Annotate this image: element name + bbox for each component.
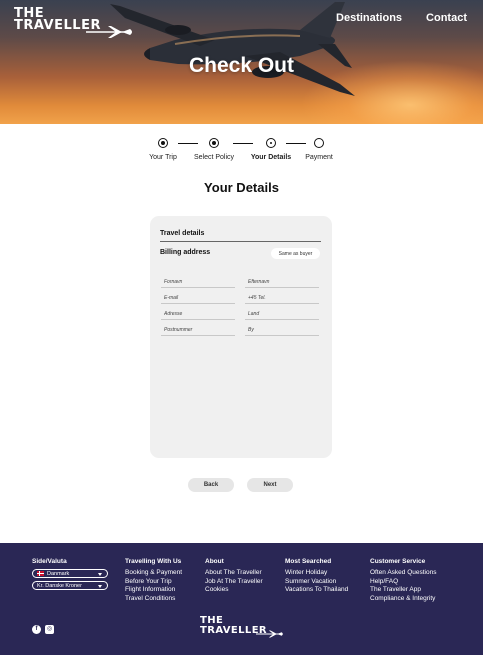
footer-link[interactable]: The Traveller App [370,586,436,595]
step-current-icon [266,138,276,148]
phone-field[interactable] [245,294,319,304]
top-nav: Destinations Contact [336,12,467,24]
footer-heading: Side/Valuta [32,558,67,565]
footer-link[interactable]: Help/FAQ [370,578,436,587]
back-button[interactable]: Back [188,478,234,492]
nav-destinations[interactable]: Destinations [336,12,402,24]
plane-logo-icon [86,26,132,38]
footer-customer-service: Customer Service Often Asked Questions H… [370,558,436,603]
step-done-icon [209,138,219,148]
footer-heading: Customer Service [370,558,426,565]
first-name-field[interactable] [161,278,235,288]
step-done-icon [158,138,168,148]
currency-select[interactable]: Kr. Danske Kroner [32,581,108,590]
checkout-stepper: Your Trip Select Policy Your Details Pay… [0,138,483,168]
step-select-policy[interactable]: Select Policy [184,138,244,161]
footer-link[interactable]: Before Your Trip [125,578,182,587]
footer-link[interactable]: Booking & Payment [125,569,182,578]
nav-contact[interactable]: Contact [426,12,467,24]
social-links: f ◎ [32,625,54,634]
page-title: Check Out [188,54,295,77]
city-field[interactable] [245,326,319,336]
facebook-icon[interactable]: f [32,625,41,634]
details-form-card: Travel details Billing address Same as b… [150,216,332,458]
footer-link[interactable]: Often Asked Questions [370,569,436,578]
footer-link[interactable]: About The Traveller [205,569,263,578]
footer-link[interactable]: Travel Conditions [125,595,182,604]
next-button[interactable]: Next [247,478,293,492]
step-payment[interactable]: Payment [289,138,349,161]
plane-logo-icon [256,630,283,638]
chevron-down-icon [98,584,102,588]
footer-heading: About [205,558,224,565]
footer-travelling: Travelling With Us Booking & Payment Bef… [125,558,182,603]
postal-code-field[interactable] [161,326,235,336]
footer-link[interactable]: Vacations To Thailand [285,586,348,595]
site-footer: Side/Valuta Danmark Kr. Danske Kroner Tr… [0,543,483,655]
brand-logo[interactable]: THE TRAVELLER [14,7,132,38]
instagram-icon[interactable]: ◎ [45,625,54,634]
footer-link[interactable]: Compliance & Integrity [370,595,436,604]
tab-divider [160,241,321,242]
footer-link[interactable]: Cookies [205,586,263,595]
footer-link[interactable]: Winter Holiday [285,569,348,578]
footer-link[interactable]: Summer Vacation [285,578,348,587]
footer-most-searched: Most Searched Winter Holiday Summer Vaca… [285,558,348,595]
section-title: Your Details [204,180,279,195]
footer-heading: Most Searched [285,558,332,565]
step-label: Select Policy [193,154,235,161]
address-field[interactable] [161,310,235,320]
footer-brand-logo[interactable]: THE TRAVELLER [200,616,283,638]
country-value: Danmark [47,570,70,577]
tab-travel-details[interactable]: Travel details [160,230,204,237]
last-name-field[interactable] [245,278,319,288]
footer-link[interactable]: Flight Information [125,586,182,595]
step-label: Payment [305,154,333,161]
same-as-buyer-button[interactable]: Same as buyer [271,248,320,259]
footer-heading: Travelling With Us [125,558,182,565]
email-field[interactable] [161,294,235,304]
hero-banner: THE TRAVELLER Destinations Contact Check… [0,0,483,124]
footer-about: About About The Traveller Job At The Tra… [205,558,263,595]
country-select[interactable]: Danmark [32,569,108,578]
footer-link[interactable]: Job At The Traveller [205,578,263,587]
billing-address-heading: Billing address [160,249,211,256]
denmark-flag-icon [37,571,44,576]
currency-value: Kr. Danske Kroner [37,582,82,589]
footer-side-currency: Side/Valuta Danmark Kr. Danske Kroner [32,558,108,593]
country-field[interactable] [245,310,319,320]
chevron-down-icon [98,572,102,576]
step-todo-icon [314,138,324,148]
